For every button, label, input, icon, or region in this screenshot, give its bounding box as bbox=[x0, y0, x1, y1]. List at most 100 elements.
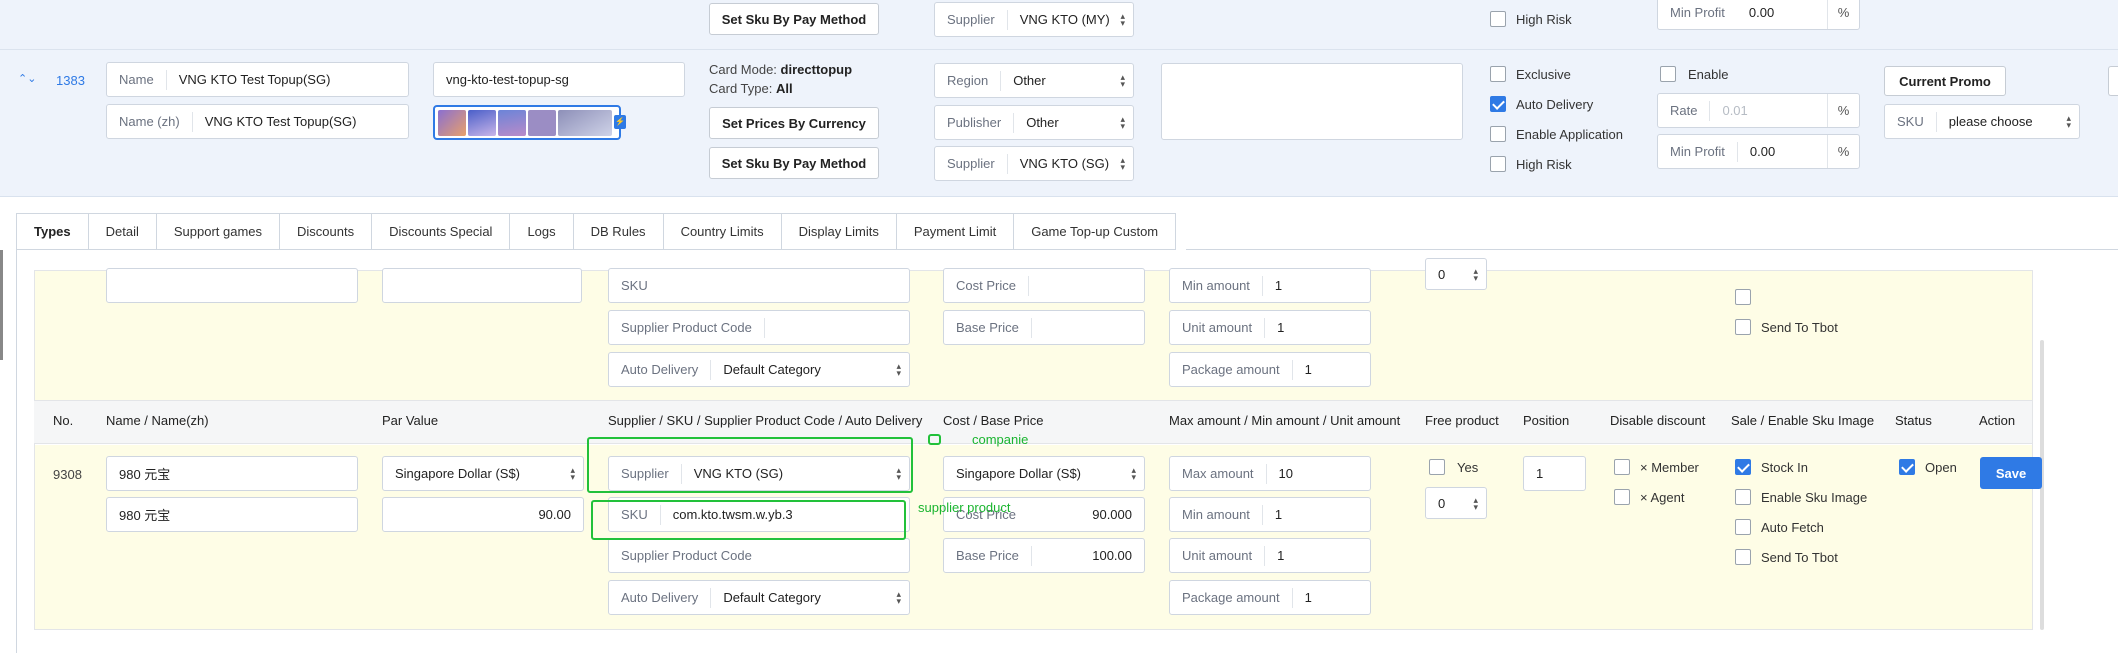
min-amount-value[interactable]: 1 bbox=[1263, 507, 1282, 522]
rate-field[interactable]: Rate 0.01 % bbox=[1657, 93, 1860, 128]
sku-field-prev[interactable]: SKU bbox=[608, 268, 910, 303]
set-prices-by-currency-button[interactable]: Set Prices By Currency bbox=[709, 107, 879, 139]
product-images-strip[interactable]: ⚡ bbox=[433, 105, 626, 140]
package-amount-value[interactable]: 1 bbox=[1293, 590, 1312, 605]
free-quantity-value[interactable]: 0 bbox=[1426, 496, 1445, 511]
auto-fetch-checkbox-prev[interactable] bbox=[1735, 289, 1751, 305]
save-button[interactable]: Save bbox=[1980, 457, 2042, 489]
position-value[interactable]: 1 bbox=[1524, 466, 1543, 481]
enable-application-checkbox[interactable] bbox=[1490, 126, 1506, 142]
name-input-prev[interactable] bbox=[106, 268, 358, 303]
tab-display-limits[interactable]: Display Limits bbox=[781, 213, 897, 250]
scrollbar-left[interactable] bbox=[0, 250, 3, 360]
min-profit-value[interactable]: 0.00 bbox=[1737, 5, 1774, 20]
auto-delivery-checkbox[interactable] bbox=[1490, 96, 1506, 112]
row-auto-delivery-select[interactable]: Auto Delivery Default Category ▴ ▾ bbox=[608, 580, 910, 615]
image-thumbnail[interactable] bbox=[438, 110, 466, 136]
tab-types[interactable]: Types bbox=[16, 213, 89, 250]
unit-amount-field[interactable]: Unit amount 1 bbox=[1169, 538, 1371, 573]
min-amount-field[interactable]: Min amount 1 bbox=[1169, 497, 1371, 532]
supplier-product-code-field-prev[interactable]: Supplier Product Code bbox=[608, 310, 910, 345]
region-select[interactable]: Region Other ▴ ▾ bbox=[934, 63, 1134, 98]
min-profit-field-top[interactable]: Min Profit 0.00 % bbox=[1657, 0, 1860, 30]
rate-input[interactable]: 0.01 bbox=[1710, 103, 1747, 118]
row-name-zh-input[interactable]: 980 元宝 bbox=[106, 497, 358, 532]
slug-value[interactable]: vng-kto-test-topup-sg bbox=[434, 72, 569, 87]
cost-price-field-prev[interactable]: Cost Price bbox=[943, 268, 1145, 303]
max-amount-value[interactable]: 10 bbox=[1267, 466, 1293, 481]
free-stepper-prev[interactable]: 0 ▴ ▾ bbox=[1425, 258, 1487, 290]
max-amount-field[interactable]: Max amount 10 bbox=[1169, 456, 1371, 491]
unit-amount-value[interactable]: 1 bbox=[1265, 548, 1284, 563]
par-value[interactable]: 90.00 bbox=[538, 507, 571, 522]
publisher-select[interactable]: Publisher Other ▴ ▾ bbox=[934, 105, 1134, 140]
high-risk-checkbox[interactable] bbox=[1490, 156, 1506, 172]
row-name-value[interactable]: 980 元宝 bbox=[107, 464, 170, 483]
row-name-input[interactable]: 980 元宝 bbox=[106, 456, 358, 491]
auto-fetch-checkbox[interactable] bbox=[1735, 519, 1751, 535]
stepper-arrows-icon[interactable]: ▴ ▾ bbox=[1473, 267, 1478, 283]
tab-support-games[interactable]: Support games bbox=[156, 213, 281, 250]
name-value[interactable]: VNG KTO Test Topup(SG) bbox=[167, 72, 331, 87]
package-amount-field-prev[interactable]: Package amount 1 bbox=[1169, 352, 1371, 387]
stepper-arrows-icon[interactable]: ▴ ▾ bbox=[1473, 496, 1478, 512]
free-value[interactable]: 0 bbox=[1426, 267, 1445, 282]
collapse-icon[interactable]: ⌃⌄ bbox=[18, 72, 36, 85]
base-price-field-prev[interactable]: Base Price bbox=[943, 310, 1145, 345]
high-risk-checkbox-top[interactable] bbox=[1490, 11, 1506, 27]
par-currency-select[interactable]: Singapore Dollar (S$) ▴ ▾ bbox=[382, 456, 584, 491]
sku-select[interactable]: SKU please choose ▴ ▾ bbox=[1884, 104, 2080, 139]
image-thumbnail[interactable] bbox=[528, 110, 556, 136]
cost-price-value[interactable]: 90.000 bbox=[1092, 507, 1132, 522]
status-open-checkbox[interactable] bbox=[1899, 459, 1915, 475]
send-to-tbot-checkbox[interactable] bbox=[1735, 549, 1751, 565]
next-button-partial[interactable] bbox=[2108, 66, 2118, 96]
send-to-tbot-checkbox-prev[interactable] bbox=[1735, 319, 1751, 335]
tab-logs[interactable]: Logs bbox=[510, 213, 574, 250]
image-thumbnail[interactable] bbox=[468, 110, 496, 136]
description-textarea[interactable] bbox=[1161, 63, 1463, 140]
min-profit-field[interactable]: Min Profit 0.00 % bbox=[1657, 134, 1860, 169]
tab-detail[interactable]: Detail bbox=[88, 213, 157, 250]
set-sku-by-pay-method-button-top[interactable]: Set Sku By Pay Method bbox=[709, 3, 879, 35]
package-amount-field[interactable]: Package amount 1 bbox=[1169, 580, 1371, 615]
row-supplier-product-code-field[interactable]: Supplier Product Code bbox=[608, 538, 910, 573]
name-zh-field[interactable]: Name (zh) VNG KTO Test Topup(SG) bbox=[106, 104, 409, 139]
free-product-checkbox[interactable] bbox=[1429, 459, 1445, 475]
unit-amount-value[interactable]: 1 bbox=[1265, 320, 1284, 335]
tab-db-rules[interactable]: DB Rules bbox=[573, 213, 664, 250]
tab-country-limits[interactable]: Country Limits bbox=[663, 213, 782, 250]
tab-discounts[interactable]: Discounts bbox=[280, 213, 373, 250]
unit-amount-field-prev[interactable]: Unit amount 1 bbox=[1169, 310, 1371, 345]
enable-checkbox[interactable] bbox=[1660, 66, 1676, 82]
current-promo-button[interactable]: Current Promo bbox=[1884, 66, 2006, 96]
tab-discounts-special[interactable]: Discounts Special bbox=[372, 213, 511, 250]
cost-currency-select[interactable]: Singapore Dollar (S$) ▴ ▾ bbox=[943, 456, 1145, 491]
free-quantity-stepper[interactable]: 0 ▴ ▾ bbox=[1425, 487, 1487, 519]
min-profit-value[interactable]: 0.00 bbox=[1738, 144, 1775, 159]
min-amount-value[interactable]: 1 bbox=[1263, 278, 1282, 293]
exclusive-checkbox[interactable] bbox=[1490, 66, 1506, 82]
supplier-select[interactable]: Supplier VNG KTO (SG) ▴ ▾ bbox=[934, 146, 1134, 181]
base-price-field[interactable]: Base Price 100.00 bbox=[943, 538, 1145, 573]
tab-game-topup-custom[interactable]: Game Top-up Custom bbox=[1014, 213, 1177, 250]
par-value-input-prev[interactable] bbox=[382, 268, 582, 303]
image-thumbnail[interactable] bbox=[498, 110, 526, 136]
par-value-input[interactable]: 90.00 bbox=[382, 497, 584, 532]
tab-payment-limit[interactable]: Payment Limit bbox=[896, 213, 1015, 250]
image-thumbnail[interactable] bbox=[558, 110, 612, 136]
supplier-select-top[interactable]: Supplier VNG KTO (MY) ▴ ▾ bbox=[934, 2, 1134, 37]
product-id-link[interactable]: 1383 bbox=[56, 73, 85, 88]
package-amount-value[interactable]: 1 bbox=[1293, 362, 1312, 377]
position-input[interactable]: 1 bbox=[1523, 456, 1586, 491]
set-sku-by-pay-method-button[interactable]: Set Sku By Pay Method bbox=[709, 147, 879, 179]
slug-field[interactable]: vng-kto-test-topup-sg bbox=[433, 62, 685, 97]
auto-delivery-select-prev[interactable]: Auto Delivery Default Category ▴ ▾ bbox=[608, 352, 910, 387]
disable-agent-checkbox[interactable] bbox=[1614, 489, 1630, 505]
disable-member-checkbox[interactable] bbox=[1614, 459, 1630, 475]
name-field[interactable]: Name VNG KTO Test Topup(SG) bbox=[106, 62, 409, 97]
stock-in-checkbox[interactable] bbox=[1735, 459, 1751, 475]
upload-icon[interactable]: ⚡ bbox=[614, 115, 626, 129]
base-price-value[interactable]: 100.00 bbox=[1092, 548, 1132, 563]
name-zh-value[interactable]: VNG KTO Test Topup(SG) bbox=[193, 114, 357, 129]
